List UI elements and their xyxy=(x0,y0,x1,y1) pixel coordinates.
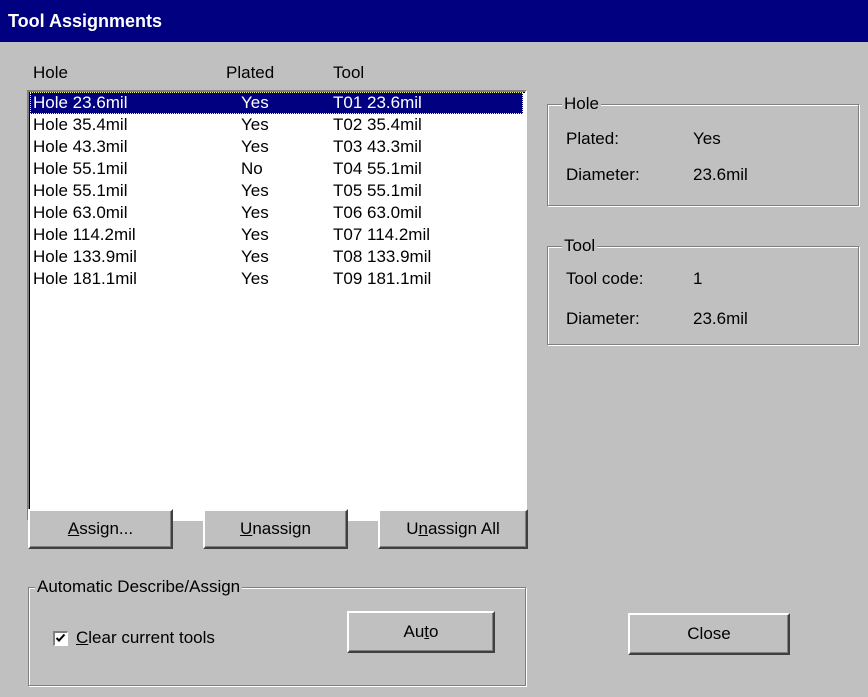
tool-cell: T01 23.6mil xyxy=(333,93,422,112)
tool-cell: T09 181.1mil xyxy=(333,269,432,288)
tool-cell: T08 133.9mil xyxy=(333,247,432,266)
close-button[interactable]: Close xyxy=(628,613,790,655)
hole-cell: Hole 114.2mil xyxy=(33,225,136,244)
assign-button[interactable]: Assign... xyxy=(28,509,173,549)
tool-cell: T02 35.4mil xyxy=(333,115,422,134)
checkmark-icon xyxy=(55,633,66,642)
assign-label: ssign... xyxy=(79,519,134,538)
hole-cell: Hole 35.4mil xyxy=(33,115,128,134)
list-row[interactable]: Hole 23.6mil Yes T01 23.6mil xyxy=(30,92,523,114)
column-header-plated: Plated xyxy=(226,63,275,82)
window-title: Tool Assignments xyxy=(8,11,163,31)
hole-diameter-value: 23.6mil xyxy=(693,165,748,184)
assign-accel: A xyxy=(67,519,80,538)
auto-pre: Au xyxy=(403,622,425,641)
hole-groupbox: Hole Plated: Yes Diameter: 23.6mil xyxy=(547,94,859,206)
auto-group-title: Automatic Describe/Assign xyxy=(35,577,243,597)
auto-describe-groupbox: Automatic Describe/Assign Clear current … xyxy=(28,577,526,686)
tool-cell: T04 55.1mil xyxy=(333,159,422,178)
plated-cell: Yes xyxy=(241,203,269,222)
list-row[interactable]: Hole 63.0mil Yes T06 63.0mil xyxy=(30,202,523,224)
column-header-tool: Tool xyxy=(333,63,365,82)
unassign-label: nassign xyxy=(252,519,311,538)
unassign-all-button[interactable]: Unassign All xyxy=(378,509,528,549)
hole-plated-label: Plated: xyxy=(566,129,619,148)
hole-cell: Hole 133.9mil xyxy=(33,247,137,266)
unassign-all-accel: n xyxy=(418,519,428,538)
hole-cell: Hole 55.1mil xyxy=(33,159,128,178)
clear-tools-label: lear current tools xyxy=(88,628,215,647)
hole-tool-list[interactable]: Hole 23.6mil Yes T01 23.6mil Hole 35.4mil Ye… xyxy=(27,90,527,521)
hole-plated-value: Yes xyxy=(693,129,721,148)
unassign-all-label: assign All xyxy=(427,519,500,538)
clear-tools-checkbox[interactable]: Clear current tools xyxy=(53,628,263,648)
tool-groupbox: Tool Tool code: 1 Diameter: 23.6mil xyxy=(547,236,859,345)
close-label: Close xyxy=(687,624,731,643)
hole-group-title: Hole xyxy=(562,94,601,114)
hole-cell: Hole 55.1mil xyxy=(33,181,128,200)
plated-cell: Yes xyxy=(241,247,269,266)
tool-diameter-label: Diameter: xyxy=(566,309,640,328)
list-row[interactable]: Hole 55.1mil Yes T05 55.1mil xyxy=(30,180,523,202)
plated-cell: Yes xyxy=(241,181,269,200)
column-header-hole: Hole xyxy=(33,63,68,82)
tool-diameter-value: 23.6mil xyxy=(693,309,748,328)
tool-assignments-dialog: Hole Plated Tool Hole 23.6mil Yes T01 23.6… xyxy=(0,42,868,697)
hole-cell: Hole 63.0mil xyxy=(33,203,128,222)
tool-group-title: Tool xyxy=(562,236,598,256)
unassign-accel: U xyxy=(240,519,253,538)
list-row[interactable]: Hole 114.2mil Yes T07 114.2mil xyxy=(30,224,523,246)
plated-cell: Yes xyxy=(241,137,269,156)
auto-button[interactable]: Auto xyxy=(347,611,495,653)
hole-cell: Hole 181.1mil xyxy=(33,269,137,288)
list-row[interactable]: Hole 43.3mil Yes T03 43.3mil xyxy=(30,136,523,158)
plated-cell: Yes xyxy=(241,115,269,134)
clear-tools-accel: C xyxy=(76,628,89,647)
auto-label: o xyxy=(429,622,439,641)
tool-cell: T03 43.3mil xyxy=(333,137,422,156)
tool-code-value: 1 xyxy=(693,269,703,288)
list-row[interactable]: Hole 35.4mil Yes T02 35.4mil xyxy=(30,114,523,136)
list-row[interactable]: Hole 133.9mil Yes T08 133.9mil xyxy=(30,246,523,268)
checkbox-box[interactable] xyxy=(53,631,68,646)
list-row[interactable]: Hole 181.1mil Yes T09 181.1mil xyxy=(30,268,523,290)
plated-cell: No xyxy=(241,159,263,178)
list-row[interactable]: Hole 55.1mil No T04 55.1mil xyxy=(30,158,523,180)
title-bar: Tool Assignments xyxy=(0,0,868,42)
tool-cell: T07 114.2mil xyxy=(333,225,431,244)
hole-diameter-label: Diameter: xyxy=(566,165,640,184)
tool-cell: T05 55.1mil xyxy=(333,181,422,200)
plated-cell: Yes xyxy=(241,269,269,288)
plated-cell: Yes xyxy=(241,225,269,244)
plated-cell: Yes xyxy=(241,93,269,112)
tool-cell: T06 63.0mil xyxy=(333,203,422,222)
hole-cell: Hole 43.3mil xyxy=(33,137,128,156)
tool-code-label: Tool code: xyxy=(566,269,644,288)
unassign-all-pre: U xyxy=(406,519,419,538)
unassign-button[interactable]: Unassign xyxy=(203,509,348,549)
hole-cell: Hole 23.6mil xyxy=(33,93,128,112)
